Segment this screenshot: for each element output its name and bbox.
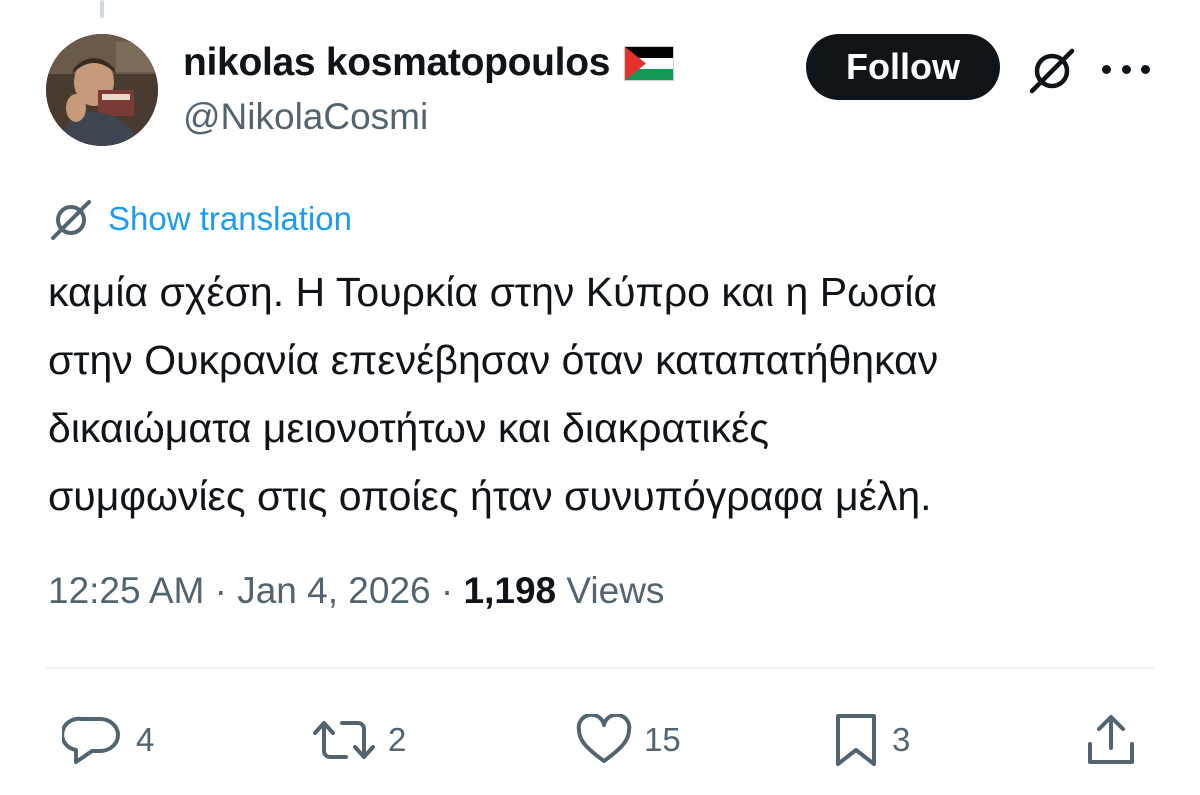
tweet-time[interactable]: 12:25 AM bbox=[48, 570, 204, 611]
views-count: 1,198 bbox=[463, 570, 557, 611]
views-label: Views bbox=[566, 570, 665, 611]
bookmark-button[interactable]: 3 bbox=[832, 700, 910, 780]
tweet-text-line: στην Ουκρανία επενέβησαν όταν καταπατήθη… bbox=[48, 337, 939, 383]
reply-icon bbox=[62, 716, 120, 764]
author-name-row[interactable]: nikolas kosmatopoulos bbox=[183, 40, 675, 86]
author-display-name[interactable]: nikolas kosmatopoulos bbox=[183, 41, 610, 85]
repost-icon bbox=[313, 721, 375, 759]
bookmark-icon bbox=[836, 714, 876, 766]
bookmark-count: 3 bbox=[892, 721, 911, 758]
grok-icon[interactable] bbox=[1026, 44, 1078, 96]
follow-button[interactable]: Follow bbox=[806, 34, 1000, 100]
more-dot-icon bbox=[1141, 64, 1150, 74]
divider bbox=[46, 667, 1154, 669]
share-icon bbox=[1088, 715, 1134, 764]
heart-icon bbox=[576, 714, 632, 763]
share-button[interactable] bbox=[1086, 700, 1136, 780]
reply-button[interactable]: 4 bbox=[62, 700, 154, 780]
avatar-image bbox=[46, 34, 158, 146]
tweet-date[interactable]: Jan 4, 2026 bbox=[237, 570, 430, 611]
tweet-text: καμία σχέση. Η Τουρκία στην Κύπρο και η … bbox=[48, 258, 1158, 530]
action-bar: 4 2 15 3 bbox=[0, 700, 1200, 780]
show-translation-row[interactable]: Show translation bbox=[46, 196, 352, 242]
repost-count: 2 bbox=[388, 721, 407, 758]
tweet-detail: nikolas kosmatopoulos @NikolaCosmi Follo… bbox=[0, 0, 1200, 795]
grok-translate-icon bbox=[51, 200, 91, 240]
like-button[interactable]: 15 bbox=[576, 700, 681, 780]
repost-button[interactable]: 2 bbox=[312, 700, 406, 780]
show-translation-link[interactable]: Show translation bbox=[108, 200, 352, 238]
palestine-flag-icon bbox=[624, 45, 675, 81]
author-handle[interactable]: @NikolaCosmi bbox=[183, 96, 428, 138]
more-dot-icon bbox=[1102, 64, 1111, 74]
tweet-text-line: συμφωνίες στις οποίες ήταν συνυπόγραφα μ… bbox=[48, 473, 932, 519]
tweet-meta: 12:25 AM · Jan 4, 2026 · 1,198 Views bbox=[48, 570, 664, 612]
tweet-text-line: δικαιώματα μειονοτήτων και διακρατικές bbox=[48, 405, 770, 451]
avatar[interactable] bbox=[46, 34, 158, 146]
reply-count: 4 bbox=[136, 721, 155, 758]
meta-separator: · bbox=[214, 570, 227, 611]
meta-separator: · bbox=[440, 570, 454, 611]
like-count: 15 bbox=[644, 721, 681, 758]
more-dot-icon bbox=[1121, 64, 1131, 74]
tweet-text-line: καμία σχέση. Η Τουρκία στην Κύπρο και η … bbox=[48, 269, 938, 315]
thread-connector-line bbox=[100, 0, 104, 18]
more-options-icon[interactable] bbox=[1102, 54, 1150, 84]
